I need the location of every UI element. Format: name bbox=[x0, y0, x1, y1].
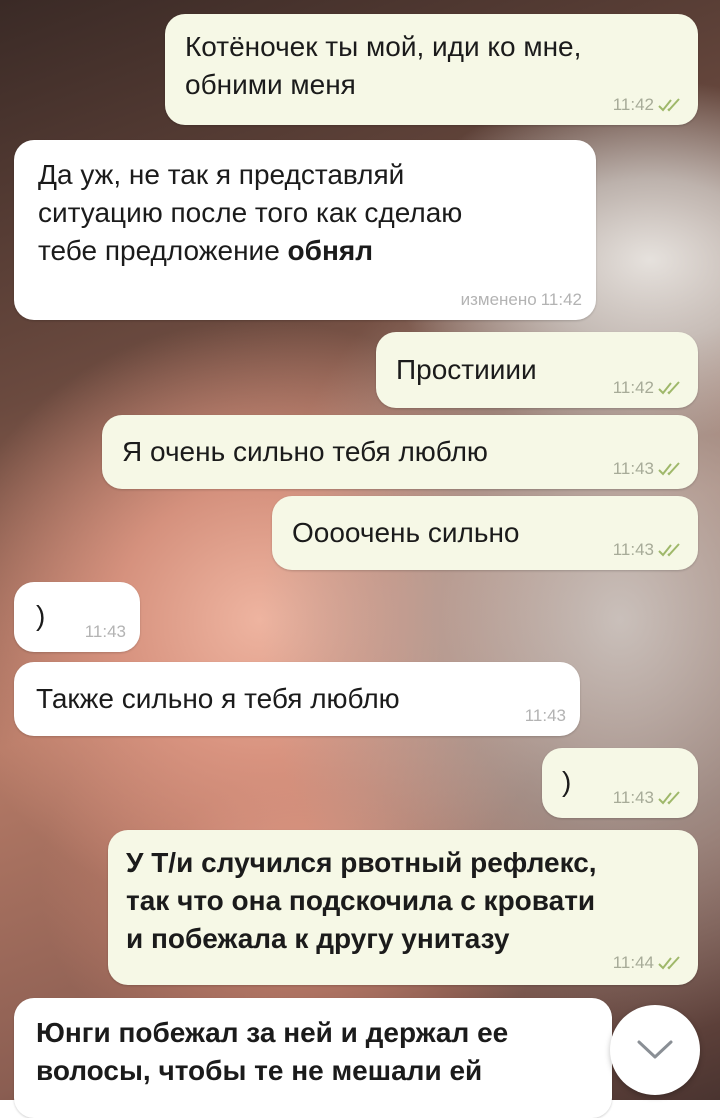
edited-label: изменено bbox=[460, 290, 537, 309]
message-text: ) bbox=[562, 766, 572, 797]
message-bubble-outgoing[interactable]: Простииии 11:42 bbox=[376, 332, 698, 408]
message-meta: изменено 11:42 bbox=[461, 290, 582, 310]
message-time: 11:43 bbox=[612, 540, 654, 559]
scroll-to-bottom-button[interactable] bbox=[610, 1005, 700, 1095]
message-bubble-outgoing[interactable]: Я очень сильно тебя люблю 11:43 bbox=[102, 415, 698, 489]
message-meta: 11:43 bbox=[613, 788, 684, 808]
message-text: Да уж, не так я представляй ситуацию пос… bbox=[38, 156, 462, 270]
message-meta: 11:42 bbox=[613, 378, 684, 398]
message-time: 11:43 bbox=[612, 459, 654, 478]
message-bubble-incoming[interactable]: ) 11:43 bbox=[14, 582, 140, 652]
message-list[interactable]: Котёночек ты мой, иди ко мне, обними мен… bbox=[0, 0, 720, 1118]
message-text: Котёночек ты мой, иди ко мне, обними мен… bbox=[185, 31, 582, 100]
message-bubble-outgoing[interactable]: Оооочень сильно 11:43 bbox=[272, 496, 698, 570]
message-text-body: Да уж, не так я представляй ситуацию пос… bbox=[38, 159, 463, 266]
double-check-icon bbox=[658, 462, 680, 476]
double-check-icon bbox=[658, 543, 680, 557]
message-meta: 11:44 bbox=[613, 953, 684, 973]
message-text: ) bbox=[36, 600, 46, 631]
message-time: 11:42 bbox=[540, 290, 582, 309]
message-meta: 11:43 bbox=[525, 706, 566, 726]
message-meta: 11:43 bbox=[613, 540, 684, 560]
message-time: 11:42 bbox=[612, 378, 654, 397]
message-time: 11:44 bbox=[612, 953, 654, 972]
chevron-down-icon bbox=[637, 1040, 673, 1059]
double-check-icon bbox=[658, 956, 680, 970]
message-text: Простииии bbox=[396, 354, 537, 385]
message-time: 11:43 bbox=[524, 706, 566, 725]
double-check-icon bbox=[658, 98, 680, 112]
message-meta: 11:43 bbox=[613, 459, 684, 479]
message-text: У Т/и случился рвотный рефлекс, так что … bbox=[126, 847, 597, 954]
message-text: Юнги побежал за ней и держал ее волосы, … bbox=[36, 1017, 509, 1086]
message-time: 11:42 bbox=[612, 95, 654, 114]
message-text: Также сильно я тебя люблю bbox=[36, 683, 400, 714]
message-text: Я очень сильно тебя люблю bbox=[122, 436, 488, 467]
message-time: 11:43 bbox=[84, 622, 126, 641]
message-time: 11:43 bbox=[612, 788, 654, 807]
message-bubble-incoming[interactable]: Юнги побежал за ней и держал ее волосы, … bbox=[14, 998, 612, 1118]
message-bubble-incoming[interactable]: Также сильно я тебя люблю 11:43 bbox=[14, 662, 580, 736]
message-bubble-outgoing[interactable]: ) 11:43 bbox=[542, 748, 698, 818]
message-bubble-outgoing[interactable]: Котёночек ты мой, иди ко мне, обними мен… bbox=[165, 14, 698, 125]
message-bubble-outgoing[interactable]: У Т/и случился рвотный рефлекс, так что … bbox=[108, 830, 698, 985]
double-check-icon bbox=[658, 381, 680, 395]
double-check-icon bbox=[658, 791, 680, 805]
message-text: Оооочень сильно bbox=[292, 517, 520, 548]
message-meta: 11:43 bbox=[85, 622, 126, 642]
message-bubble-incoming[interactable]: Да уж, не так я представляй ситуацию пос… bbox=[14, 140, 596, 320]
message-emphasis: обнял bbox=[287, 235, 373, 266]
message-meta: 11:42 bbox=[613, 95, 684, 115]
